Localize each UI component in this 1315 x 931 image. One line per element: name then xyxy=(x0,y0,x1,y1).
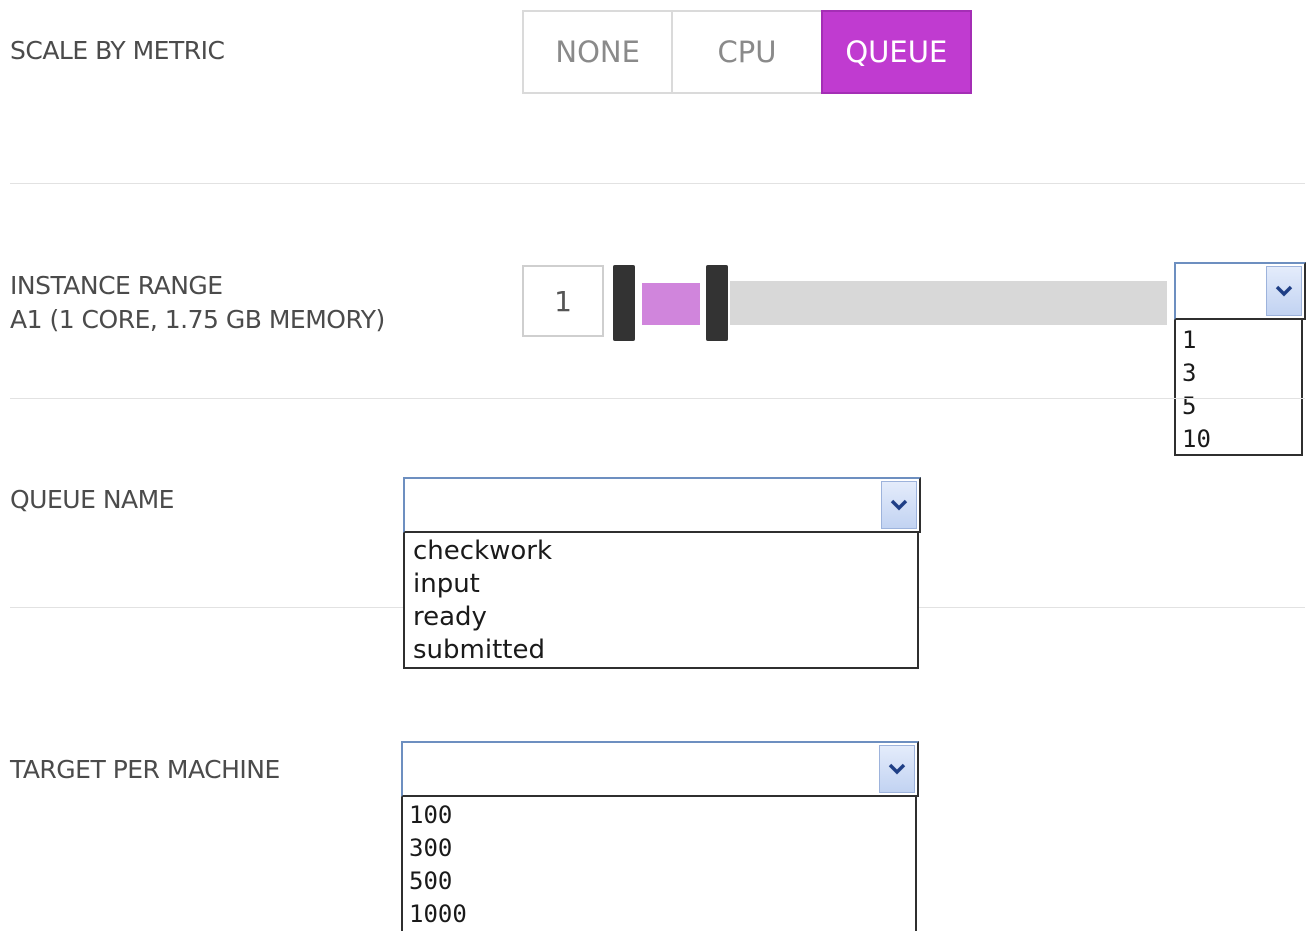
queue-option-input[interactable]: input xyxy=(405,568,917,601)
metric-option-queue[interactable]: QUEUE xyxy=(820,10,972,94)
metric-option-none[interactable]: NONE xyxy=(522,10,674,94)
instance-max-dropdown-button[interactable] xyxy=(1266,266,1302,316)
target-per-machine-dropdown-button[interactable] xyxy=(879,745,915,793)
scale-by-metric-label: SCALE BY METRIC xyxy=(10,36,225,65)
chevron-down-icon xyxy=(890,499,908,511)
target-option-1000[interactable]: 1000 xyxy=(403,898,915,931)
slider-range-fill xyxy=(642,283,700,325)
target-option-500[interactable]: 500 xyxy=(403,865,915,898)
target-per-machine-dropdown[interactable] xyxy=(401,741,919,797)
instance-max-option-1[interactable]: 1 xyxy=(1176,324,1301,357)
queue-name-options: checkwork input ready submitted xyxy=(403,533,919,669)
section-divider xyxy=(10,183,1305,184)
queue-option-checkwork[interactable]: checkwork xyxy=(405,535,917,568)
queue-option-ready[interactable]: ready xyxy=(405,601,917,634)
scale-by-metric-toggle: NONE CPU QUEUE xyxy=(522,10,972,94)
target-per-machine-options: 100 300 500 1000 xyxy=(401,797,917,931)
instance-max-option-5[interactable]: 5 xyxy=(1176,390,1301,423)
chevron-down-icon xyxy=(1275,285,1293,297)
section-divider xyxy=(10,398,1305,399)
target-option-300[interactable]: 300 xyxy=(403,832,915,865)
instance-max-options: 1 3 5 10 xyxy=(1174,320,1303,456)
metric-option-cpu[interactable]: CPU xyxy=(671,10,823,94)
target-option-100[interactable]: 100 xyxy=(403,799,915,832)
queue-name-dropdown-button[interactable] xyxy=(881,481,917,529)
instance-range-label: INSTANCE RANGE xyxy=(10,271,223,300)
queue-option-submitted[interactable]: submitted xyxy=(405,634,917,667)
slider-track[interactable] xyxy=(730,281,1167,325)
queue-name-label: QUEUE NAME xyxy=(10,485,174,514)
slider-max-handle[interactable] xyxy=(706,265,728,341)
chevron-down-icon xyxy=(888,763,906,775)
instance-max-dropdown[interactable] xyxy=(1174,262,1306,320)
target-per-machine-label: TARGET PER MACHINE xyxy=(10,755,280,784)
instance-size-label: A1 (1 CORE, 1.75 GB MEMORY) xyxy=(10,305,385,334)
slider-min-handle[interactable] xyxy=(613,265,635,341)
instance-max-option-10[interactable]: 10 xyxy=(1176,423,1301,456)
queue-name-dropdown[interactable] xyxy=(403,477,921,533)
instance-min-value[interactable]: 1 xyxy=(522,265,604,337)
instance-max-option-3[interactable]: 3 xyxy=(1176,357,1301,390)
